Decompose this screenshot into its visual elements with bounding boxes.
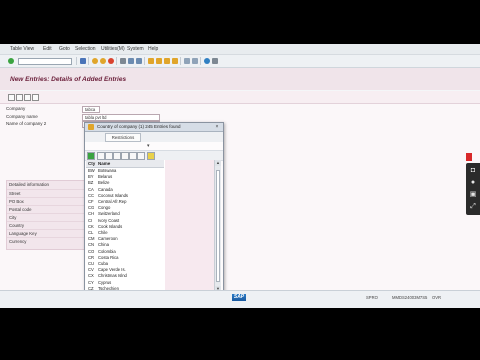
page-title: New Entries: Details of Added Entries bbox=[10, 76, 127, 83]
find-next-icon[interactable] bbox=[136, 58, 142, 64]
delete-icon[interactable] bbox=[32, 94, 39, 101]
last-page-icon[interactable] bbox=[172, 58, 178, 64]
detail-label: Currency bbox=[9, 239, 27, 244]
display-change-icon[interactable] bbox=[8, 94, 15, 101]
list-header: Cty Name bbox=[86, 160, 164, 168]
side-accent bbox=[466, 153, 472, 161]
toolbar-divider bbox=[180, 57, 181, 65]
exit-icon[interactable] bbox=[100, 58, 106, 64]
company-name-field[interactable]: tabla pvt ltd bbox=[82, 114, 160, 121]
save-icon[interactable] bbox=[80, 58, 86, 64]
customize-icon[interactable] bbox=[212, 58, 218, 64]
menu-help[interactable]: Help bbox=[148, 45, 158, 53]
detail-row-currency: Currency bbox=[7, 237, 87, 246]
detail-label: Language Key bbox=[9, 231, 37, 236]
new-session-icon[interactable] bbox=[184, 58, 190, 64]
toolbar-divider bbox=[144, 57, 145, 65]
filter-icon[interactable] bbox=[105, 152, 113, 160]
floating-toolbar: ◘ ● ▣ ⤢ bbox=[466, 163, 480, 215]
back-icon[interactable] bbox=[92, 58, 98, 64]
sap-logo: SAP bbox=[232, 294, 246, 301]
list-empty-area bbox=[165, 160, 214, 292]
info-icon[interactable] bbox=[147, 152, 155, 160]
status-server: MMDS24003M7S5 bbox=[392, 295, 428, 300]
scroll-thumb[interactable] bbox=[216, 170, 220, 282]
new-entries-icon[interactable] bbox=[16, 94, 23, 101]
detail-group-title: Detailed information bbox=[9, 182, 50, 187]
toolbar-divider bbox=[76, 57, 77, 65]
menu-system[interactable]: System bbox=[127, 45, 144, 53]
toolbar-divider bbox=[88, 57, 89, 65]
popup-title: Country of company (1) 245 Entries found bbox=[97, 124, 181, 129]
toolbar-divider bbox=[116, 57, 117, 65]
company-name2-label: Name of company 2 bbox=[6, 121, 47, 126]
detail-label: PO Box bbox=[9, 199, 24, 204]
column-header-name[interactable]: Name bbox=[98, 161, 110, 166]
previous-page-icon[interactable] bbox=[156, 58, 162, 64]
popup-tab-strip: Restrictions bbox=[85, 132, 223, 142]
title-bar: New Entries: Details of Added Entries bbox=[0, 68, 480, 90]
standard-toolbar bbox=[0, 55, 480, 68]
record-icon[interactable]: ● bbox=[469, 179, 477, 186]
layout-icon[interactable] bbox=[129, 152, 137, 160]
detailed-information-group: Detailed information Street PO Box Posta… bbox=[6, 180, 88, 250]
tab-restrictions[interactable]: Restrictions bbox=[105, 133, 141, 142]
continue-icon[interactable] bbox=[87, 152, 95, 160]
menu-edit[interactable]: Edit bbox=[43, 45, 52, 53]
enter-icon[interactable] bbox=[8, 58, 14, 64]
company-name-label: Company name bbox=[6, 114, 38, 119]
command-field[interactable] bbox=[18, 58, 72, 65]
expand-icon[interactable]: ⤢ bbox=[469, 203, 477, 210]
settings-icon[interactable] bbox=[121, 152, 129, 160]
hit-list: Cty Name BW Botswana BY Belarus BZ Belize CA Ca… bbox=[86, 160, 214, 292]
first-page-icon[interactable] bbox=[148, 58, 154, 64]
menu-bar: Table View Edit Goto Selection Utilities… bbox=[0, 44, 480, 55]
application-toolbar bbox=[0, 91, 480, 104]
sap-window: Table View Edit Goto Selection Utilities… bbox=[0, 44, 480, 308]
column-header-code[interactable]: Cty bbox=[88, 161, 95, 166]
company-field[interactable]: tabca bbox=[82, 106, 100, 113]
find-icon[interactable] bbox=[113, 152, 121, 160]
company-label: Company bbox=[6, 106, 26, 111]
vertical-scrollbar[interactable]: ▲ ▼ bbox=[214, 160, 221, 292]
print-icon[interactable] bbox=[120, 58, 126, 64]
sort-icon[interactable] bbox=[97, 152, 105, 160]
sap-window-icon bbox=[88, 124, 94, 130]
next-page-icon[interactable] bbox=[164, 58, 170, 64]
toolbar-divider bbox=[200, 57, 201, 65]
detail-label: Postal code bbox=[9, 207, 32, 212]
menu-selection[interactable]: Selection bbox=[75, 45, 96, 53]
status-mode: OVR bbox=[432, 295, 442, 300]
status-system: SPRO bbox=[366, 295, 378, 300]
find-icon[interactable] bbox=[128, 58, 134, 64]
image-icon[interactable]: ▣ bbox=[469, 191, 477, 198]
shortcut-icon[interactable] bbox=[192, 58, 198, 64]
cancel-icon[interactable] bbox=[108, 58, 114, 64]
help-icon[interactable] bbox=[204, 58, 210, 64]
camera-icon[interactable]: ◘ bbox=[469, 167, 477, 174]
scroll-up-icon[interactable]: ▲ bbox=[215, 160, 221, 166]
detail-label: Country bbox=[9, 223, 25, 228]
close-icon[interactable]: × bbox=[214, 124, 220, 130]
print-icon[interactable] bbox=[137, 152, 145, 160]
popup-title-bar[interactable]: Country of company (1) 245 Entries found… bbox=[85, 123, 223, 132]
detail-label: City bbox=[9, 215, 17, 220]
chevron-down-icon[interactable]: ▾ bbox=[147, 143, 150, 149]
menu-table-view[interactable]: Table View bbox=[10, 45, 34, 53]
menu-utilities[interactable]: Utilities(M) bbox=[101, 45, 125, 53]
detail-label: Street bbox=[9, 191, 21, 196]
menu-goto[interactable]: Goto bbox=[59, 45, 70, 53]
status-bar: SAP SPRO MMDS24003M7S5 OVR bbox=[0, 290, 480, 308]
search-help-popup: Country of company (1) 245 Entries found… bbox=[84, 122, 224, 304]
copy-icon[interactable] bbox=[24, 94, 31, 101]
